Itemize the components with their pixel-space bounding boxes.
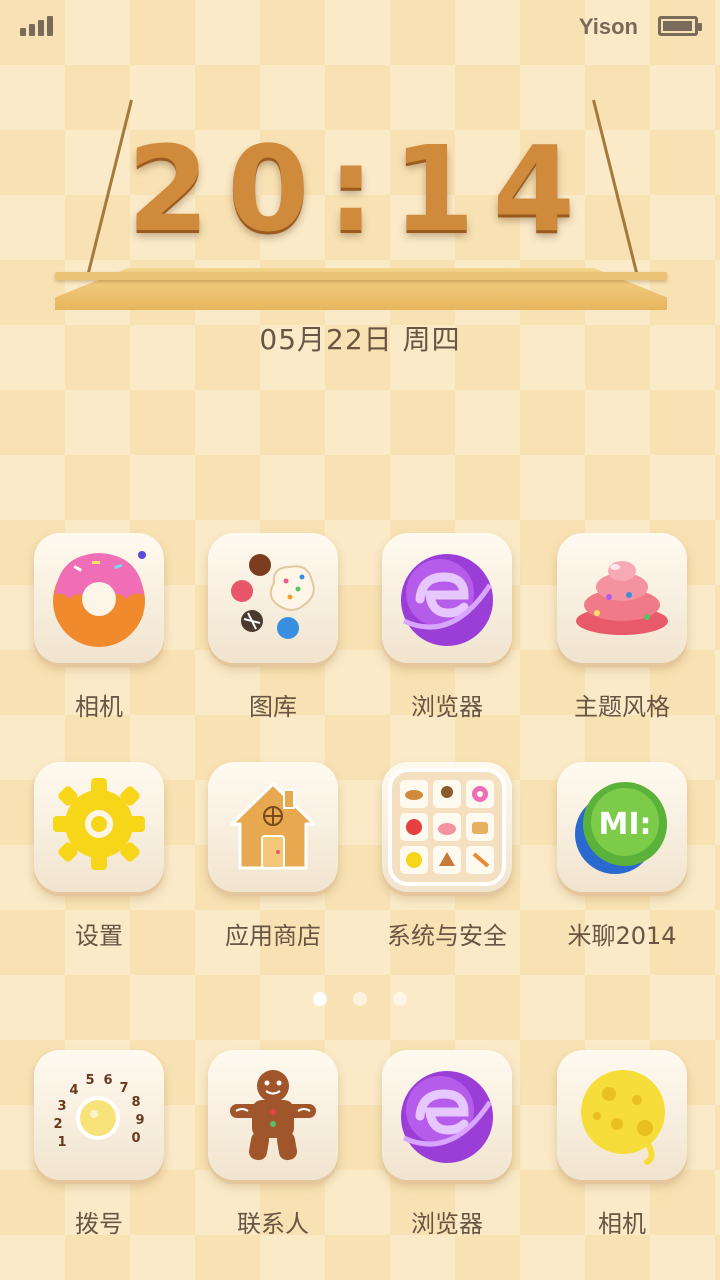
gingerbread-house-icon bbox=[230, 782, 316, 870]
app-label: 应用商店 bbox=[225, 922, 321, 950]
browser-candy-icon bbox=[401, 1071, 493, 1163]
dock-camera[interactable]: 相机 bbox=[552, 1050, 692, 1239]
app-tile bbox=[382, 533, 512, 663]
clock-widget[interactable]: 20:14 bbox=[0, 90, 720, 310]
app-browser[interactable]: 浏览器 bbox=[377, 533, 517, 722]
app-tile bbox=[382, 762, 512, 892]
app-settings[interactable]: 设置 bbox=[29, 762, 169, 951]
miliao-icon: MI: bbox=[575, 782, 667, 874]
app-tile bbox=[208, 1050, 338, 1180]
browser-candy-icon bbox=[401, 554, 493, 646]
donut-icon bbox=[53, 551, 146, 647]
dock-dialer[interactable]: 1 2 3 456 78 9 0 拨号 bbox=[29, 1050, 169, 1239]
app-miliao[interactable]: MI: 米聊2014 bbox=[552, 762, 692, 951]
app-label: 系统与安全 bbox=[387, 922, 507, 950]
app-label: 设置 bbox=[75, 922, 123, 950]
app-tile bbox=[34, 762, 164, 892]
svg-text:5: 5 bbox=[85, 1073, 94, 1088]
dialer-icon: 1 2 3 45 6 78 9 0 bbox=[53, 1073, 144, 1150]
app-gallery[interactable]: 图库 bbox=[203, 533, 343, 722]
folder-icon bbox=[388, 768, 506, 886]
svg-text:MI:: MI: bbox=[598, 807, 651, 842]
gingerbread-man-icon bbox=[230, 1070, 316, 1161]
svg-text:7: 7 bbox=[119, 1081, 128, 1096]
svg-text:1: 1 bbox=[57, 1135, 66, 1150]
app-tile bbox=[34, 533, 164, 663]
app-label: 图库 bbox=[249, 693, 297, 721]
app-tile: MI: bbox=[557, 762, 687, 892]
gear-icon bbox=[53, 778, 145, 870]
app-camera[interactable]: 相机 bbox=[29, 533, 169, 722]
svg-text:8: 8 bbox=[131, 1095, 140, 1110]
candies-icon bbox=[231, 554, 315, 639]
dock-browser[interactable]: 浏览器 bbox=[377, 1050, 517, 1239]
app-themes[interactable]: 主题风格 bbox=[552, 533, 692, 722]
app-tile bbox=[557, 533, 687, 663]
app-tile bbox=[557, 1050, 687, 1180]
app-tile: 1 2 3 456 78 9 0 bbox=[34, 1050, 164, 1180]
folder-system-security[interactable]: 系统与安全 bbox=[377, 762, 517, 951]
app-tile bbox=[208, 533, 338, 663]
signal-icon bbox=[20, 16, 53, 36]
battery-icon bbox=[658, 16, 702, 36]
dock-contacts[interactable]: 联系人 bbox=[203, 1050, 343, 1239]
app-tile bbox=[208, 762, 338, 892]
svg-text:3: 3 bbox=[57, 1099, 66, 1114]
app-label: 主题风格 bbox=[574, 693, 670, 721]
page-dot[interactable] bbox=[313, 992, 327, 1006]
page-dot[interactable] bbox=[353, 992, 367, 1006]
shelf-edge bbox=[55, 272, 667, 280]
carrier-name: Yison bbox=[578, 14, 638, 39]
app-label: 浏览器 bbox=[411, 693, 483, 721]
page-dot[interactable] bbox=[393, 992, 407, 1006]
clock-time: 20:14 bbox=[127, 120, 593, 258]
app-label: 浏览器 bbox=[411, 1210, 483, 1238]
svg-text:4: 4 bbox=[69, 1083, 78, 1098]
clock-date: 05月22日 周四 bbox=[259, 323, 461, 356]
cupcake-icon bbox=[576, 561, 668, 635]
svg-text:2: 2 bbox=[53, 1117, 62, 1132]
app-label: 米聊2014 bbox=[567, 922, 677, 950]
app-store[interactable]: 应用商店 bbox=[203, 762, 343, 951]
page-indicator[interactable] bbox=[0, 992, 720, 1006]
svg-text:0: 0 bbox=[131, 1131, 140, 1146]
app-label: 拨号 bbox=[75, 1210, 123, 1238]
svg-text:9: 9 bbox=[135, 1113, 144, 1128]
app-label: 相机 bbox=[75, 693, 123, 721]
svg-text:6: 6 bbox=[103, 1073, 112, 1088]
app-label: 联系人 bbox=[237, 1210, 309, 1238]
status-bar: Yison bbox=[0, 0, 720, 56]
app-label: 相机 bbox=[598, 1210, 646, 1238]
cheese-icon bbox=[581, 1070, 665, 1165]
app-tile bbox=[382, 1050, 512, 1180]
